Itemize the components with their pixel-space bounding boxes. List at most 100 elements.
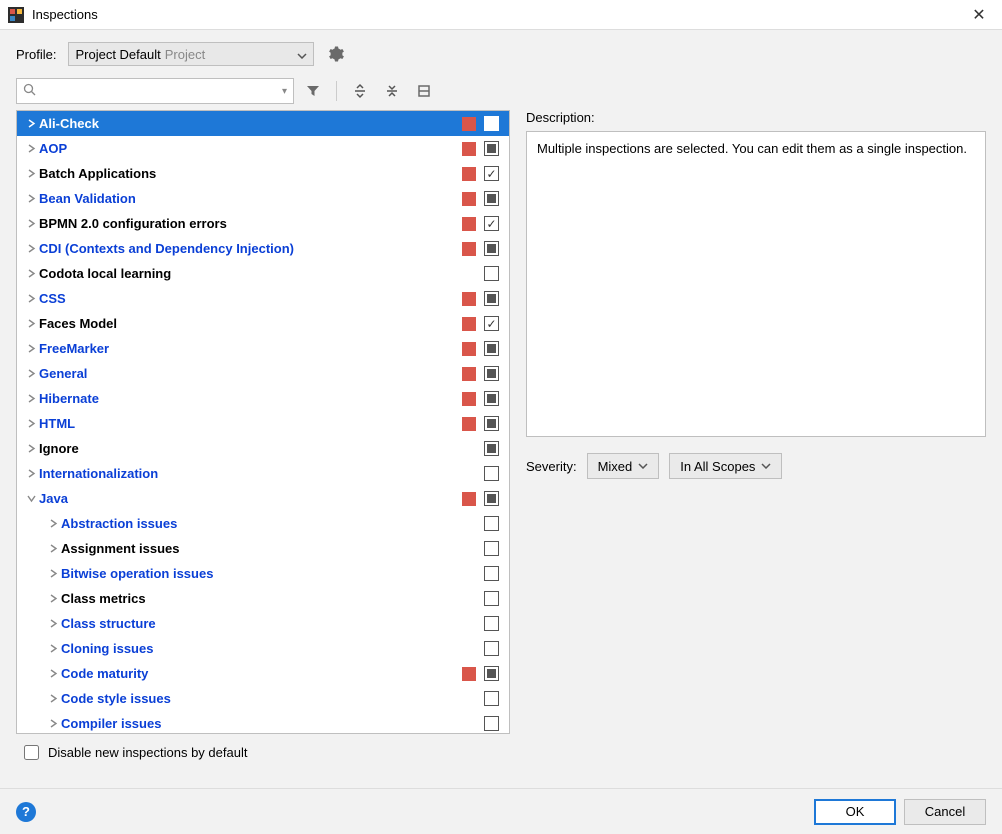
tree-row[interactable]: Code maturity xyxy=(17,661,509,686)
tree-row[interactable]: Cloning issues xyxy=(17,636,509,661)
chevron-right-icon[interactable] xyxy=(45,719,61,728)
chevron-right-icon[interactable] xyxy=(23,369,39,378)
inspection-checkbox[interactable] xyxy=(484,291,499,306)
tree-row-label: Java xyxy=(39,491,462,506)
tree-row[interactable]: AOP xyxy=(17,136,509,161)
inspection-checkbox[interactable] xyxy=(484,191,499,206)
chevron-right-icon[interactable] xyxy=(23,444,39,453)
cancel-button[interactable]: Cancel xyxy=(904,799,986,825)
collapse-all-button[interactable] xyxy=(379,78,405,104)
chevron-right-icon[interactable] xyxy=(45,594,61,603)
tree-row[interactable]: Ignore xyxy=(17,436,509,461)
severity-select[interactable]: Mixed xyxy=(587,453,660,479)
profile-settings-button[interactable] xyxy=(326,44,346,64)
chevron-right-icon[interactable] xyxy=(45,569,61,578)
profile-select[interactable]: Project Default Project xyxy=(68,42,314,66)
chevron-right-icon[interactable] xyxy=(23,144,39,153)
tree-row-label: General xyxy=(39,366,462,381)
tree-row[interactable]: Ali-Check xyxy=(17,111,509,136)
tree-row[interactable]: Faces Model✓ xyxy=(17,311,509,336)
tree-row[interactable]: Java xyxy=(17,486,509,511)
severity-color-indicator xyxy=(462,492,476,506)
reset-button[interactable] xyxy=(411,78,437,104)
tree-row[interactable]: Compiler issues xyxy=(17,711,509,733)
chevron-right-icon[interactable] xyxy=(45,694,61,703)
inspection-checkbox[interactable] xyxy=(484,141,499,156)
tree-row[interactable]: CSS xyxy=(17,286,509,311)
inspection-checkbox[interactable] xyxy=(484,366,499,381)
tree-row[interactable]: FreeMarker xyxy=(17,336,509,361)
tree-row[interactable]: Class metrics xyxy=(17,586,509,611)
chevron-right-icon[interactable] xyxy=(23,219,39,228)
chevron-right-icon[interactable] xyxy=(45,669,61,678)
chevron-right-icon[interactable] xyxy=(45,644,61,653)
inspection-checkbox[interactable] xyxy=(484,691,499,706)
inspection-checkbox[interactable] xyxy=(484,466,499,481)
chevron-right-icon[interactable] xyxy=(45,519,61,528)
help-button[interactable]: ? xyxy=(16,802,36,822)
tree-row[interactable]: HTML xyxy=(17,411,509,436)
inspection-checkbox[interactable] xyxy=(484,641,499,656)
severity-color-indicator xyxy=(462,217,476,231)
chevron-right-icon[interactable] xyxy=(23,319,39,328)
chevron-right-icon[interactable] xyxy=(23,169,39,178)
search-input[interactable] xyxy=(40,83,282,100)
chevron-right-icon[interactable] xyxy=(23,194,39,203)
close-button[interactable]: ✕ xyxy=(964,5,994,25)
chevron-right-icon[interactable] xyxy=(23,269,39,278)
inspection-checkbox[interactable]: ✓ xyxy=(484,166,499,181)
chevron-right-icon[interactable] xyxy=(23,394,39,403)
tree-row[interactable]: Class structure xyxy=(17,611,509,636)
chevron-right-icon[interactable] xyxy=(45,544,61,553)
inspection-checkbox[interactable] xyxy=(484,616,499,631)
chevron-right-icon[interactable] xyxy=(23,469,39,478)
tree-row[interactable]: Abstraction issues xyxy=(17,511,509,536)
tree-row[interactable]: Bitwise operation issues xyxy=(17,561,509,586)
inspection-checkbox[interactable] xyxy=(484,591,499,606)
scope-select[interactable]: In All Scopes xyxy=(669,453,782,479)
tree-row[interactable]: Code style issues xyxy=(17,686,509,711)
inspection-checkbox[interactable] xyxy=(484,666,499,681)
inspection-checkbox[interactable]: ✓ xyxy=(484,216,499,231)
inspection-checkbox[interactable] xyxy=(484,491,499,506)
chevron-right-icon[interactable] xyxy=(23,344,39,353)
tree-row[interactable]: Assignment issues xyxy=(17,536,509,561)
inspection-checkbox[interactable]: ✓ xyxy=(484,316,499,331)
inspection-tree[interactable]: Ali-CheckAOP Batch Applications ✓ Bean Vali… xyxy=(17,111,509,733)
expand-all-button[interactable] xyxy=(347,78,373,104)
tree-row[interactable]: Bean Validation xyxy=(17,186,509,211)
tree-row-label: Class metrics xyxy=(61,591,462,606)
tree-row[interactable]: Hibernate xyxy=(17,386,509,411)
chevron-down-icon[interactable] xyxy=(23,494,39,503)
inspection-checkbox[interactable] xyxy=(484,266,499,281)
tree-row[interactable]: CDI (Contexts and Dependency Injection) xyxy=(17,236,509,261)
tree-row[interactable]: Codota local learning xyxy=(17,261,509,286)
tree-row[interactable]: Batch Applications ✓ xyxy=(17,161,509,186)
inspection-checkbox[interactable] xyxy=(484,341,499,356)
tree-row[interactable]: Internationalization xyxy=(17,461,509,486)
inspection-checkbox[interactable] xyxy=(484,541,499,556)
tree-row[interactable]: General xyxy=(17,361,509,386)
search-box[interactable]: ▾ xyxy=(16,78,294,104)
search-dropdown-icon[interactable]: ▾ xyxy=(282,86,287,97)
ok-button[interactable]: OK xyxy=(814,799,896,825)
chevron-right-icon[interactable] xyxy=(23,119,39,128)
chevron-right-icon[interactable] xyxy=(23,244,39,253)
chevron-right-icon[interactable] xyxy=(23,294,39,303)
tree-row[interactable]: BPMN 2.0 configuration errors✓ xyxy=(17,211,509,236)
inspection-checkbox[interactable] xyxy=(484,416,499,431)
profile-selected: Project Default xyxy=(75,47,160,62)
chevron-right-icon[interactable] xyxy=(45,619,61,628)
inspection-checkbox[interactable] xyxy=(484,716,499,731)
inspection-checkbox[interactable] xyxy=(484,516,499,531)
inspection-checkbox[interactable] xyxy=(484,116,499,131)
disable-new-checkbox[interactable] xyxy=(24,745,39,760)
inspection-checkbox[interactable] xyxy=(484,566,499,581)
filter-button[interactable] xyxy=(300,78,326,104)
inspection-checkbox[interactable] xyxy=(484,241,499,256)
tree-row-label: Batch Applications xyxy=(39,166,462,181)
severity-value: Mixed xyxy=(598,459,633,474)
chevron-right-icon[interactable] xyxy=(23,419,39,428)
inspection-checkbox[interactable] xyxy=(484,441,499,456)
inspection-checkbox[interactable] xyxy=(484,391,499,406)
